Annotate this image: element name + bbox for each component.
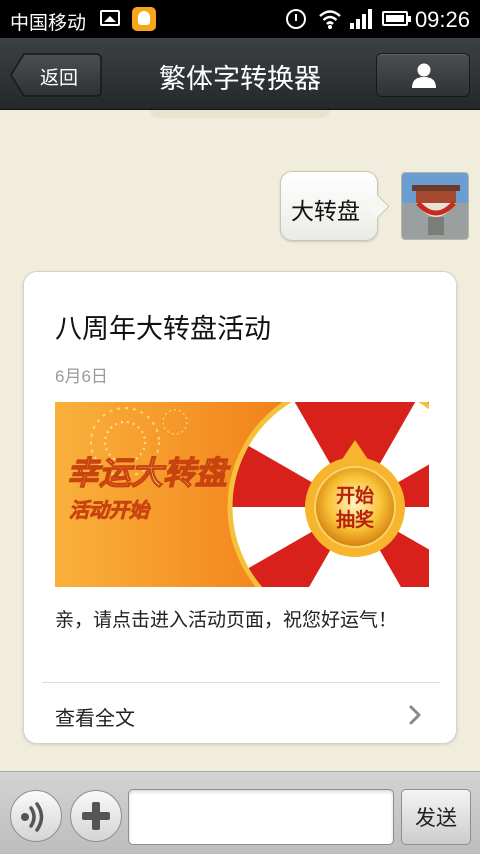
center-button-line1: 开始 [336, 484, 374, 507]
plus-button[interactable] [70, 790, 122, 842]
wifi-icon [318, 8, 342, 30]
back-label: 返回 [40, 68, 79, 89]
article-title: 八周年大转盘活动 [55, 314, 271, 344]
back-button[interactable]: 返回 [10, 53, 102, 97]
chevron-right-icon [409, 705, 421, 725]
battery-icon [382, 11, 411, 26]
plus-icon [82, 802, 110, 830]
message-text: 大转盘 [291, 198, 360, 224]
article-card[interactable]: 八周年大转盘活动 6月6日 开始 抽奖 幸运大转盘 活动开始 亲，请点击进入活动… [23, 271, 457, 744]
status-bar: 中国移动 09:26 [0, 0, 480, 38]
center-button-line2: 抽奖 [336, 508, 375, 531]
carrier-name: 中国移动 [10, 13, 87, 34]
profile-button[interactable] [376, 53, 470, 97]
read-more-link[interactable]: 查看全文 [55, 702, 135, 731]
message-input[interactable] [128, 789, 394, 845]
page-title: 繁体字转换器 [159, 64, 321, 94]
header-tab-shadow [150, 110, 330, 118]
card-divider [42, 682, 440, 683]
signal-icon [350, 9, 372, 29]
title-bar: 返回 繁体字转换器 [0, 38, 480, 110]
voice-icon [21, 802, 44, 832]
send-button[interactable]: 发送 [401, 789, 471, 845]
person-icon [412, 63, 436, 88]
outgoing-message-bubble[interactable]: 大转盘 [280, 171, 378, 241]
user-avatar[interactable] [401, 172, 469, 240]
article-cover-image[interactable]: 开始 抽奖 幸运大转盘 活动开始 [55, 402, 429, 587]
alarm-icon [286, 9, 306, 29]
input-bar: 发送 [0, 771, 480, 854]
image-icon [100, 10, 120, 26]
banner-subline: 活动开始 [69, 499, 151, 522]
article-description: 亲，请点击进入活动页面，祝您好运气！ [55, 610, 398, 631]
voice-button[interactable] [10, 790, 62, 842]
clock-time: 09:26 [414, 7, 470, 32]
article-date: 6月6日 [55, 367, 108, 386]
banner-headline: 幸运大转盘 [67, 455, 231, 491]
qq-icon [132, 7, 156, 31]
